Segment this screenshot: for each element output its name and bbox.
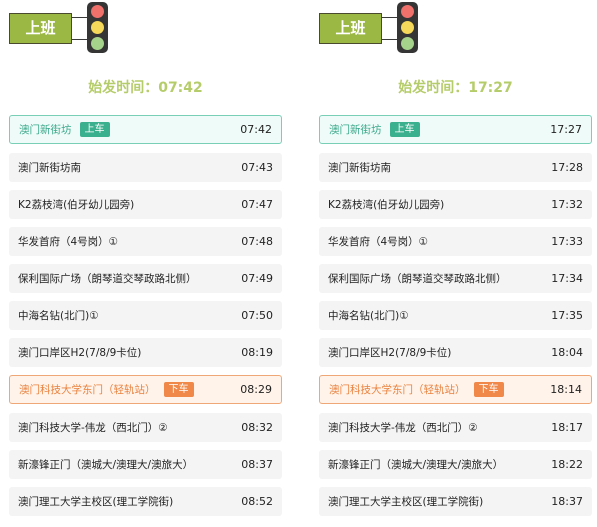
green-lamp-icon bbox=[91, 37, 104, 50]
stop-name: 澳门科技大学东门（轻轨站） bbox=[19, 384, 156, 396]
stop-time: 17:34 bbox=[551, 272, 583, 285]
stop-name: 澳门口岸区H2(7/8/9卡位) bbox=[18, 347, 142, 359]
stop-time: 07:43 bbox=[241, 161, 273, 174]
traffic-light-icon bbox=[397, 2, 418, 53]
yellow-lamp-icon bbox=[91, 21, 104, 34]
stop-time: 07:49 bbox=[241, 272, 273, 285]
stop-row[interactable]: 澳门口岸区H2(7/8/9卡位) 18:04 bbox=[319, 338, 592, 367]
board-badge: 上车 bbox=[79, 122, 110, 137]
stop-row[interactable]: 中海名钻(北门)① 07:50 bbox=[9, 301, 282, 330]
departure-time: 始发时间：17:27 bbox=[398, 80, 513, 96]
stop-row[interactable]: 澳门新街坊南 07:43 bbox=[9, 153, 282, 182]
stop-name: 澳门新街坊 bbox=[19, 124, 72, 136]
red-lamp-icon bbox=[91, 5, 104, 18]
yellow-lamp-icon bbox=[401, 21, 414, 34]
stop-row-board[interactable]: 澳门新街坊 上车 17:27 bbox=[319, 115, 592, 144]
board-badge: 上车 bbox=[389, 122, 420, 137]
traffic-light-icon bbox=[87, 2, 108, 53]
stop-time: 18:37 bbox=[551, 495, 583, 508]
stop-time: 18:04 bbox=[551, 346, 583, 359]
stop-time: 18:22 bbox=[551, 458, 583, 471]
stop-name: 澳门口岸区H2(7/8/9卡位) bbox=[328, 347, 452, 359]
stop-time: 07:50 bbox=[241, 309, 273, 322]
stop-name: 澳门科技大学-伟龙（西北门）② bbox=[18, 422, 168, 434]
stop-row[interactable]: K2荔枝湾(伯牙幼儿园旁) 17:32 bbox=[319, 190, 592, 219]
stop-row-board[interactable]: 澳门新街坊 上车 07:42 bbox=[9, 115, 282, 144]
stop-name: 保利国际广场（朗琴道交琴政路北侧） bbox=[18, 273, 197, 285]
stop-name: 澳门理工大学主校区(理工学院街) bbox=[328, 496, 484, 508]
stop-row[interactable]: 澳门理工大学主校区(理工学院街) 08:52 bbox=[9, 487, 282, 516]
stop-name: 澳门科技大学东门（轻轨站） bbox=[329, 384, 466, 396]
stop-row[interactable]: 华发首府（4号岗）① 17:33 bbox=[319, 227, 592, 256]
stop-time: 18:17 bbox=[551, 421, 583, 434]
stop-row-alight[interactable]: 澳门科技大学东门（轻轨站） 下车 08:29 bbox=[9, 375, 282, 404]
stop-time: 17:33 bbox=[551, 235, 583, 248]
stop-time: 08:32 bbox=[241, 421, 273, 434]
stop-row[interactable]: 保利国际广场（朗琴道交琴政路北侧） 07:49 bbox=[9, 264, 282, 293]
stop-name: 中海名钻(北门)① bbox=[18, 310, 99, 322]
stop-time: 17:28 bbox=[551, 161, 583, 174]
stop-name: 澳门科技大学-伟龙（西北门）② bbox=[328, 422, 478, 434]
stop-row[interactable]: 澳门科技大学-伟龙（西北门）② 18:17 bbox=[319, 413, 592, 442]
stop-row-alight[interactable]: 澳门科技大学东门（轻轨站） 下车 18:14 bbox=[319, 375, 592, 404]
stop-time: 07:48 bbox=[241, 235, 273, 248]
route-sign: 上班 bbox=[319, 13, 382, 44]
schedule-evening: 上班 始发时间：17:27 澳门新街坊 上车 17:27 澳门新街坊南 17:2… bbox=[319, 0, 592, 527]
stop-time: 08:37 bbox=[241, 458, 273, 471]
stop-row[interactable]: 保利国际广场（朗琴道交琴政路北侧） 17:34 bbox=[319, 264, 592, 293]
stop-time: 07:47 bbox=[241, 198, 273, 211]
stop-name: 澳门新街坊南 bbox=[328, 162, 391, 174]
stop-row[interactable]: 澳门理工大学主校区(理工学院街) 18:37 bbox=[319, 487, 592, 516]
stop-name: 华发首府（4号岗）① bbox=[18, 236, 119, 248]
departure-time: 始发时间：07:42 bbox=[88, 80, 203, 96]
alight-badge: 下车 bbox=[473, 382, 504, 397]
stop-name: 澳门理工大学主校区(理工学院街) bbox=[18, 496, 174, 508]
stop-name: 新濠锋正门（澳城大/澳理大/澳旅大） bbox=[18, 459, 194, 471]
stop-name: 保利国际广场（朗琴道交琴政路北侧） bbox=[328, 273, 507, 285]
stop-name: 澳门新街坊南 bbox=[18, 162, 81, 174]
stop-time: 17:35 bbox=[551, 309, 583, 322]
stop-row[interactable]: 华发首府（4号岗）① 07:48 bbox=[9, 227, 282, 256]
stop-time: 08:52 bbox=[241, 495, 273, 508]
stop-name: 华发首府（4号岗）① bbox=[328, 236, 429, 248]
stop-time: 08:19 bbox=[241, 346, 273, 359]
stop-time: 08:29 bbox=[240, 383, 272, 396]
stop-row[interactable]: 澳门新街坊南 17:28 bbox=[319, 153, 592, 182]
alight-badge: 下车 bbox=[163, 382, 194, 397]
route-sign: 上班 bbox=[9, 13, 72, 44]
stop-row[interactable]: K2荔枝湾(伯牙幼儿园旁) 07:47 bbox=[9, 190, 282, 219]
green-lamp-icon bbox=[401, 37, 414, 50]
schedule-morning: 上班 始发时间：07:42 澳门新街坊 上车 07:42 澳门新街坊南 07:4… bbox=[9, 0, 282, 527]
stop-row[interactable]: 澳门口岸区H2(7/8/9卡位) 08:19 bbox=[9, 338, 282, 367]
stop-name: 澳门新街坊 bbox=[329, 124, 382, 136]
stop-time: 07:42 bbox=[240, 123, 272, 136]
stop-name: K2荔枝湾(伯牙幼儿园旁) bbox=[328, 199, 445, 211]
stop-row[interactable]: 新濠锋正门（澳城大/澳理大/澳旅大） 18:22 bbox=[319, 450, 592, 479]
stop-time: 18:14 bbox=[550, 383, 582, 396]
stop-row[interactable]: 新濠锋正门（澳城大/澳理大/澳旅大） 08:37 bbox=[9, 450, 282, 479]
red-lamp-icon bbox=[401, 5, 414, 18]
stop-name: 新濠锋正门（澳城大/澳理大/澳旅大） bbox=[328, 459, 504, 471]
stop-row[interactable]: 澳门科技大学-伟龙（西北门）② 08:32 bbox=[9, 413, 282, 442]
stop-time: 17:27 bbox=[550, 123, 582, 136]
stop-name: K2荔枝湾(伯牙幼儿园旁) bbox=[18, 199, 135, 211]
stop-time: 17:32 bbox=[551, 198, 583, 211]
stop-row[interactable]: 中海名钻(北门)① 17:35 bbox=[319, 301, 592, 330]
stop-name: 中海名钻(北门)① bbox=[328, 310, 409, 322]
